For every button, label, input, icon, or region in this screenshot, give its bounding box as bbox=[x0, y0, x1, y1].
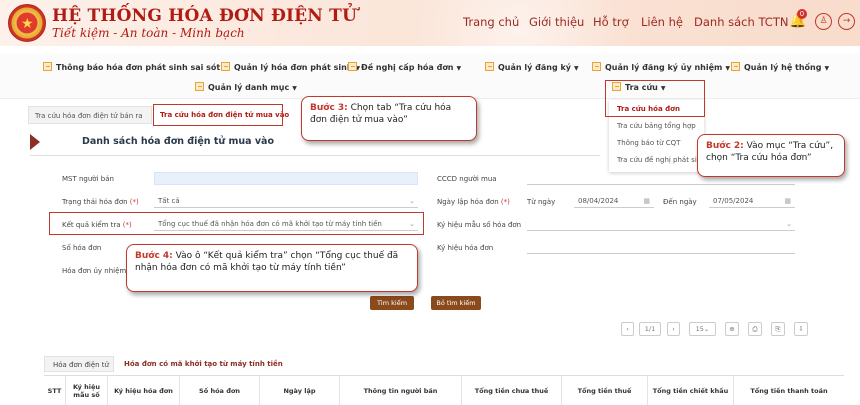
tu-ngay-input[interactable]: 08/04/2024 ▦ bbox=[574, 195, 654, 208]
ngay-lap-label: Ngày lập hóa đơn (*) bbox=[437, 198, 510, 206]
invoice-table-header: STT Ký hiệu mẫu số Ký hiệu hóa đơn Số hó… bbox=[44, 375, 844, 405]
menu-bao-sai-sot[interactable]: Thông báo hóa đơn phát sinh sai sót▼ bbox=[43, 62, 228, 72]
highlight-ket-qua bbox=[49, 212, 424, 235]
menu-quan-ly-dang-ky[interactable]: Quản lý đăng ký ▼ bbox=[485, 62, 579, 72]
dd-tra-cuu-de-nghi[interactable]: Tra cứu đề nghị phát sinh bbox=[617, 156, 706, 164]
mst-label: MST người bán bbox=[62, 175, 114, 183]
th-so-hoa-don: Số hóa đơn bbox=[180, 376, 260, 405]
den-ngay-label: Đến ngày bbox=[663, 198, 697, 206]
page-title: Danh sách hóa đơn điện tử mua vào bbox=[82, 136, 274, 147]
notification-badge: 0 bbox=[797, 9, 807, 19]
nav-contact[interactable]: Liên hệ bbox=[641, 15, 683, 29]
menu-quan-ly-he-thong[interactable]: Quản lý hệ thống ▼ bbox=[731, 62, 829, 72]
print-icon[interactable]: ⎙ bbox=[748, 322, 762, 336]
so-hoa-don-label: Số hóa đơn bbox=[62, 244, 102, 252]
menu-dang-ky-uy-nhiem[interactable]: Quản lý đăng ký ủy nhiệm ▼ bbox=[592, 62, 730, 72]
document-icon bbox=[348, 62, 357, 71]
prev-page-button[interactable]: ‹ bbox=[621, 322, 634, 336]
nav-tctn-list[interactable]: Danh sách TCTN bbox=[694, 15, 788, 29]
menu-quan-ly-danh-muc[interactable]: Quản lý danh mục ▼ bbox=[195, 82, 297, 92]
callout-step-3: Bước 3: Chọn tab “Tra cứu hóa đơn điện t… bbox=[301, 96, 477, 141]
page-title-marker bbox=[30, 134, 40, 150]
tab-hoa-don-dien-tu[interactable]: Hóa đơn điện tử bbox=[44, 356, 114, 372]
callout-step-4: Bước 4: Vào ô “Kết quả kiểm tra” chọn “T… bbox=[126, 244, 418, 292]
export-icon[interactable]: ⎘ bbox=[771, 322, 785, 336]
bell-icon[interactable]: 🔔 0 bbox=[789, 9, 807, 29]
search-icon[interactable]: ⊕ bbox=[725, 322, 739, 336]
page-indicator: 1/1 bbox=[639, 322, 661, 336]
th-ky-hieu-mau-so: Ký hiệu mẫu số bbox=[66, 376, 108, 405]
site-slogan: Tiết kiệm - An toàn - Minh bạch bbox=[52, 26, 245, 40]
user-icon[interactable]: ♙ bbox=[815, 13, 832, 30]
th-tong-tien-thanh-toan: Tổng tiền thanh toán bbox=[750, 386, 828, 395]
site-title: HỆ THỐNG HÓA ĐƠN ĐIỆN TỬ bbox=[52, 6, 358, 26]
ky-hieu-mau-select[interactable]: ⌄ bbox=[527, 218, 795, 231]
ky-hieu-mau-label: Ký hiệu mẫu số hóa đơn bbox=[437, 221, 522, 229]
clear-search-button[interactable]: Bỏ tìm kiếm bbox=[431, 296, 481, 310]
trang-thai-label: Trạng thái hóa đơn (*) bbox=[62, 198, 139, 206]
site-header: ★ HỆ THỐNG HÓA ĐƠN ĐIỆN TỬ Tiết kiệm - A… bbox=[0, 0, 860, 46]
calendar-icon: ▦ bbox=[643, 197, 650, 205]
national-emblem-logo: ★ bbox=[8, 4, 46, 42]
dd-thong-bao-cqt[interactable]: Thông báo từ CQT bbox=[617, 139, 680, 147]
document-icon bbox=[592, 62, 601, 71]
menu-quan-ly-hd-phat-sinh[interactable]: Quản lý hóa đơn phát sinh ▼ bbox=[221, 62, 360, 72]
tu-ngay-label: Từ ngày bbox=[527, 198, 556, 206]
th-ngay-lap: Ngày lập bbox=[260, 376, 340, 405]
nav-home[interactable]: Trang chủ bbox=[463, 15, 519, 29]
highlight-tab-mua-vao bbox=[153, 104, 283, 126]
main-menu: Thông báo hóa đơn phát sinh sai sót▼ Quả… bbox=[0, 53, 860, 99]
search-button[interactable]: Tìm kiếm bbox=[370, 296, 414, 310]
calendar-icon: ▦ bbox=[784, 197, 791, 205]
th-thong-tin-nguoi-ban: Thông tin người bán bbox=[340, 376, 462, 405]
dd-tra-cuu-bang-tong-hop[interactable]: Tra cứu bảng tổng hợp bbox=[617, 122, 696, 130]
cccd-label: CCCD người mua bbox=[437, 175, 497, 183]
callout-step-2: Bước 2: Vào mục “Tra cứu”, chọn “Tra cứu… bbox=[697, 134, 845, 177]
th-tong-tien-chua-thue: Tổng tiền chưa thuế bbox=[462, 376, 562, 405]
document-icon bbox=[43, 62, 52, 71]
tab-hoa-don-ban-ra[interactable]: Tra cứu hóa đơn điện tử bán ra bbox=[28, 106, 152, 124]
logout-icon[interactable]: → bbox=[838, 13, 855, 30]
page-size-select[interactable]: 15⌄ bbox=[689, 322, 716, 336]
ky-hieu-hd-label: Ký hiệu hóa đơn bbox=[437, 244, 494, 252]
hd-uy-nhiem-label: Hóa đơn ủy nhiệm bbox=[62, 267, 127, 275]
den-ngay-input[interactable]: 07/05/2024 ▦ bbox=[709, 195, 795, 208]
menu-de-nghi-cap-hd[interactable]: Đề nghị cấp hóa đơn ▼ bbox=[348, 62, 461, 72]
document-icon bbox=[485, 62, 494, 71]
tab-hoa-don-may-tinh-tien[interactable]: Hóa đơn có mã khởi tạo từ máy tính tiền bbox=[116, 356, 283, 372]
ky-hieu-hd-input[interactable] bbox=[527, 241, 795, 254]
th-ky-hieu-hoa-don: Ký hiệu hóa đơn bbox=[108, 376, 180, 405]
trang-thai-select[interactable]: Tất cả ⌄ bbox=[154, 195, 418, 208]
document-icon bbox=[221, 62, 230, 71]
nav-support[interactable]: Hỗ trợ bbox=[593, 15, 629, 29]
document-icon bbox=[731, 62, 740, 71]
mst-input[interactable] bbox=[154, 172, 418, 185]
th-tong-tien-chiet-khau: Tổng tiền chiết khấu bbox=[648, 376, 734, 405]
th-stt: STT bbox=[44, 376, 66, 405]
chevron-down-icon: ⌄ bbox=[786, 220, 792, 228]
th-tong-tien-thue: Tổng tiền thuế bbox=[562, 376, 648, 405]
nav-about[interactable]: Giới thiệu bbox=[529, 15, 584, 29]
highlight-tra-cuu bbox=[605, 80, 705, 117]
chevron-down-icon: ⌄ bbox=[409, 197, 415, 205]
document-icon bbox=[195, 82, 204, 91]
download-icon[interactable]: ⇩ bbox=[794, 322, 808, 336]
next-page-button[interactable]: › bbox=[667, 322, 680, 336]
